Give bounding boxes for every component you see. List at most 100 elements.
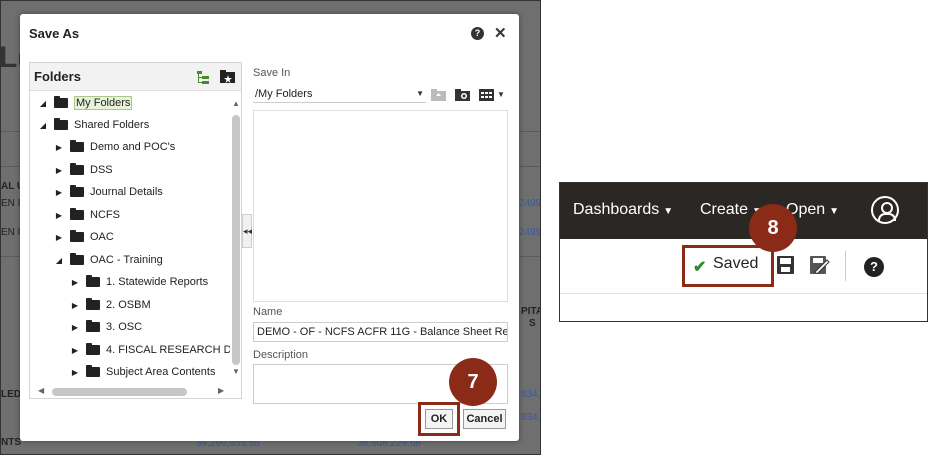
new-folder-icon[interactable] (455, 89, 470, 101)
close-icon[interactable]: ✕ (494, 24, 507, 42)
folder-icon (70, 185, 84, 197)
expand-icon[interactable]: ▶ (54, 188, 64, 197)
tree-item-oac-training[interactable]: ◢ OAC - Training (54, 250, 163, 270)
scroll-up-icon[interactable]: ▲ (232, 99, 240, 108)
save-in-label: Save In (253, 67, 291, 79)
folder-icon (86, 275, 100, 287)
tree-item-fiscal-research[interactable]: ▶ 4. FISCAL RESEARCH DIV (70, 340, 230, 360)
expand-icon[interactable]: ▶ (54, 233, 64, 242)
tree-item-shared-folders[interactable]: ◢ Shared Folders (38, 115, 149, 135)
vertical-scrollbar[interactable]: ▲ ▼ (230, 93, 241, 383)
folders-title: Folders (34, 69, 81, 84)
ok-button[interactable]: OK (425, 409, 453, 429)
view-options-icon[interactable] (479, 89, 494, 101)
tree-item-demo-and-pocs[interactable]: ▶ Demo and POC's (54, 137, 175, 157)
tree-item-journal-details[interactable]: ▶ Journal Details (54, 182, 163, 202)
background-header: PITAL (521, 306, 540, 317)
tree-item-my-folders[interactable]: ◢ My Folders (38, 93, 133, 113)
horizontal-scrollbar[interactable]: ◀ ▶ (30, 385, 230, 398)
help-icon[interactable]: ? (471, 27, 484, 40)
folders-panel: Folders ◢ My Folders ◢ Shared Folders ▶ … (29, 62, 242, 399)
background-value: 2499 (519, 198, 541, 209)
scroll-right-icon[interactable]: ▶ (218, 386, 224, 395)
folders-header: Folders (30, 63, 241, 91)
expand-icon[interactable]: ▶ (70, 301, 80, 310)
step-badge-8: 8 (749, 204, 797, 252)
folder-tree: ◢ My Folders ◢ Shared Folders ▶ Demo and… (30, 93, 230, 383)
folder-icon (86, 298, 100, 310)
scroll-down-icon[interactable]: ▼ (232, 367, 240, 376)
check-icon: ✔ (693, 259, 707, 276)
tree-item-label: 3. OSC (106, 321, 143, 333)
folder-icon (86, 320, 100, 332)
save-in-value: /My Folders (255, 88, 313, 100)
tree-item-label: Demo and POC's (90, 141, 176, 153)
collapse-icon[interactable]: ◢ (54, 256, 64, 265)
nav-label: Dashboards (573, 201, 660, 218)
saved-confirmation-screenshot: Dashboards▼ Create▼ Open▼ ✔ Saved ? (559, 182, 928, 322)
chevron-down-icon[interactable]: ▼ (497, 90, 505, 99)
help-icon[interactable]: ? (864, 257, 884, 277)
tree-item-osc[interactable]: ▶ 3. OSC (70, 317, 142, 337)
save-as-screenshot: L( AL U EN I EN I LED NTS 2499 2499 PITA… (0, 0, 541, 455)
expand-icon[interactable]: ▶ (70, 278, 80, 287)
saved-status-label: Saved (713, 255, 759, 272)
collapse-icon[interactable]: ◢ (38, 99, 48, 108)
tree-item-oac[interactable]: ▶ OAC (54, 227, 114, 247)
save-as-icon[interactable] (810, 256, 830, 274)
tree-item-label: My Folders (74, 96, 133, 110)
step-badge-7: 7 (449, 358, 497, 406)
tree-item-dss[interactable]: ▶ DSS (54, 160, 113, 180)
tree-item-label: Subject Area Contents (106, 366, 216, 378)
folder-icon (70, 253, 84, 265)
nav-label: Create (700, 201, 749, 218)
tree-item-label: Journal Details (90, 186, 163, 198)
tree-item-label: DSS (90, 164, 113, 176)
tree-view-icon[interactable] (196, 70, 210, 84)
save-icon[interactable] (777, 256, 794, 274)
expand-icon[interactable]: ▶ (54, 166, 64, 175)
background-value: 2499 (519, 227, 541, 238)
cancel-button[interactable]: Cancel (463, 409, 506, 429)
tree-item-label: OAC (90, 231, 114, 243)
expand-icon[interactable]: ▶ (70, 368, 80, 377)
scroll-left-icon[interactable]: ◀ (38, 386, 44, 395)
expand-icon[interactable]: ▶ (70, 323, 80, 332)
tree-item-label: 2. OSBM (106, 299, 151, 311)
tree-item-subject-area-contents[interactable]: ▶ Subject Area Contents (70, 362, 215, 382)
expand-icon[interactable]: ▶ (70, 346, 80, 355)
folder-contents (253, 110, 508, 302)
divider (560, 293, 927, 294)
dialog-title: Save As (29, 26, 80, 41)
tree-item-label: NCFS (90, 209, 120, 221)
background-value: 834, (521, 412, 541, 423)
expand-icon[interactable]: ▶ (54, 211, 64, 220)
tree-item-label: 4. FISCAL RESEARCH DIV (106, 344, 230, 356)
folder-icon (70, 163, 84, 175)
save-as-dialog: Save As ? ✕ Folders ◢ My Folders ◢ Share… (20, 14, 519, 441)
parent-folder-icon[interactable] (431, 89, 446, 101)
user-profile-icon[interactable] (871, 196, 899, 224)
background-value: 834, (521, 389, 541, 400)
background-row-label: NTS (1, 437, 21, 448)
new-folder-icon[interactable] (220, 70, 235, 83)
tree-item-statewide-reports[interactable]: ▶ 1. Statewide Reports (70, 272, 208, 292)
expand-icon[interactable]: ▶ (54, 143, 64, 152)
top-navigation-bar: Dashboards▼ Create▼ Open▼ (560, 183, 927, 239)
tree-item-osbm[interactable]: ▶ 2. OSBM (70, 295, 151, 315)
tree-item-label: Shared Folders (74, 119, 150, 131)
collapse-icon[interactable]: ◢ (38, 121, 48, 130)
scrollbar-thumb[interactable] (232, 115, 240, 365)
name-field[interactable]: DEMO - OF - NCFS ACFR 11G - Balance Shee… (253, 322, 508, 342)
name-label: Name (253, 306, 283, 318)
folder-icon (54, 96, 68, 108)
scrollbar-thumb[interactable] (52, 388, 187, 396)
toolbar-divider (845, 251, 846, 281)
nav-dashboards[interactable]: Dashboards ▼ (573, 201, 673, 219)
collapse-panel-button[interactable]: ◂◂ (242, 214, 252, 248)
tree-item-ncfs[interactable]: ▶ NCFS (54, 205, 120, 225)
save-in-select[interactable]: /My Folders ▼ (253, 85, 426, 103)
background-row-label: LED (1, 389, 21, 400)
folder-icon (70, 208, 84, 220)
tree-item-label: 1. Statewide Reports (106, 276, 209, 288)
